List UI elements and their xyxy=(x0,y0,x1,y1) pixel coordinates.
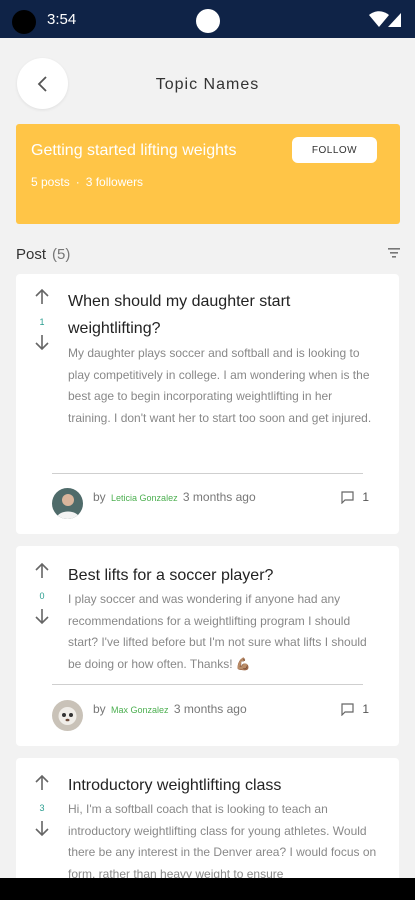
post-time: 3 months ago xyxy=(182,490,256,504)
divider xyxy=(52,473,363,474)
comment-count: 1 xyxy=(362,702,369,716)
posts-label: Post xyxy=(16,246,47,263)
author-link[interactable]: Leticia Gonzalez xyxy=(111,493,178,503)
author-link[interactable]: Max Gonzalez xyxy=(111,705,169,715)
post-card[interactable]: 0 Best lifts for a soccer player? I play… xyxy=(16,546,399,746)
vote-count: 1 xyxy=(39,317,45,327)
comments[interactable]: 1 xyxy=(341,490,369,504)
comments[interactable]: 1 xyxy=(341,702,369,716)
follow-button[interactable]: FOLLOW xyxy=(292,137,377,163)
vote-count: 3 xyxy=(39,803,45,813)
avatar-photo xyxy=(52,700,83,731)
post-title[interactable]: When should my daughter start weightlift… xyxy=(68,288,381,342)
followers-count: 3 followers xyxy=(85,175,144,189)
comment-count: 1 xyxy=(362,490,369,504)
page-title: Topic Names xyxy=(155,76,260,93)
comment-icon xyxy=(341,490,354,504)
post-body: Hi, I'm a softball coach that is looking… xyxy=(68,802,377,881)
downvote-icon[interactable] xyxy=(33,819,51,837)
post-card[interactable]: 1 When should my daughter start weightli… xyxy=(16,274,399,534)
filter-icon[interactable] xyxy=(387,247,401,259)
topic-banner: Getting started lifting weights 5 posts ·… xyxy=(16,124,400,224)
upvote-icon[interactable] xyxy=(33,774,51,792)
signal-icon xyxy=(388,13,401,27)
vote-count: 0 xyxy=(39,591,45,601)
vote-control: 3 xyxy=(33,774,51,842)
camera-dot xyxy=(12,10,36,34)
topic-stats: 5 posts · 3 followers xyxy=(31,175,144,189)
divider xyxy=(52,684,363,685)
upvote-icon[interactable] xyxy=(33,562,51,580)
upvote-icon[interactable] xyxy=(33,288,51,306)
status-time: 3:54 xyxy=(47,11,77,28)
vote-control: 0 xyxy=(33,562,51,630)
downvote-icon[interactable] xyxy=(33,607,51,625)
avatar[interactable] xyxy=(52,700,83,731)
comment-icon xyxy=(341,702,354,716)
byline: by Leticia Gonzalez 3 months ago xyxy=(93,490,256,504)
posts-header: Post (5) xyxy=(16,246,70,263)
downvote-icon[interactable] xyxy=(33,333,51,351)
posts-count: 5 posts xyxy=(31,175,70,189)
post-body: My daughter plays soccer and softball an… xyxy=(68,346,372,425)
byline-by: by xyxy=(93,702,106,716)
wifi-icon xyxy=(369,11,389,27)
avatar[interactable] xyxy=(52,488,83,519)
navigation-bar xyxy=(0,878,415,900)
byline: by Max Gonzalez 3 months ago xyxy=(93,702,247,716)
avatar-photo xyxy=(52,488,83,519)
post-card[interactable]: 3 Introductory weightlifting class Hi, I… xyxy=(16,758,399,898)
vote-control: 1 xyxy=(33,288,51,356)
post-time: 3 months ago xyxy=(173,702,247,716)
status-bar: 3:54 xyxy=(0,0,415,38)
camera-notch xyxy=(196,9,220,33)
post-title[interactable]: Best lifts for a soccer player? xyxy=(68,562,381,589)
byline-by: by xyxy=(93,490,106,504)
system-icons xyxy=(369,11,401,27)
post-body: I play soccer and was wondering if anyon… xyxy=(68,592,367,671)
topic-title: Getting started lifting weights xyxy=(31,142,237,159)
post-title[interactable]: Introductory weightlifting class xyxy=(68,772,381,799)
posts-count-badge: (5) xyxy=(52,246,71,263)
